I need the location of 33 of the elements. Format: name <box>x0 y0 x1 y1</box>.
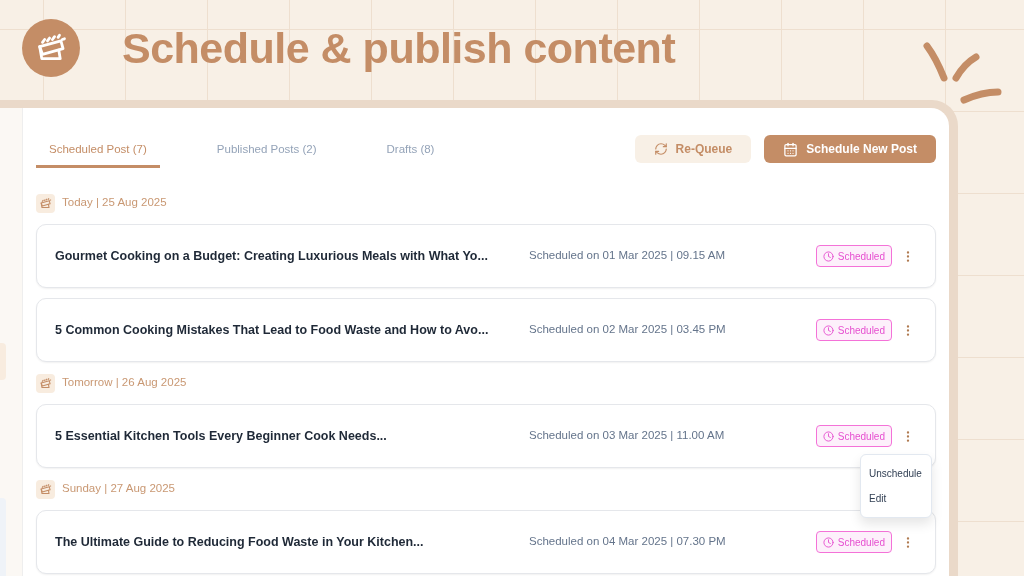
status-badge: Scheduled <box>815 531 892 553</box>
page-title: Schedule & publish content <box>122 22 676 74</box>
day-heading: Tomorrow | 26 Aug 2025 <box>62 375 187 391</box>
clapperboard-icon <box>36 193 55 213</box>
day-heading: Today | 25 Aug 2025 <box>62 195 167 211</box>
re-queue-button[interactable]: Re-Queue <box>634 135 752 163</box>
post-title: 5 Essential Kitchen Tools Every Beginner Cook Needs... <box>55 427 388 445</box>
schedule-text: Scheduled on 01 Mar 2025 | 09.15 AM <box>529 248 726 264</box>
clapperboard-icon <box>36 479 55 499</box>
calendar-icon <box>783 141 799 157</box>
logo-badge <box>22 19 80 77</box>
schedule-new-post-button[interactable]: Schedule New Post <box>764 135 936 163</box>
tab[interactable]: Drafts (8) <box>373 135 448 168</box>
status-badge: Scheduled <box>815 319 892 341</box>
tab[interactable]: Scheduled Post (7) <box>36 135 160 168</box>
clock-icon <box>822 430 834 442</box>
clock-icon <box>822 536 834 548</box>
refresh-icon <box>653 142 668 156</box>
clock-icon <box>822 324 834 336</box>
schedule-text: Scheduled on 04 Mar 2025 | 07.30 PM <box>529 534 726 550</box>
post-title: The Ultimate Guide to Reducing Food Waste in Your Kitchen... <box>55 533 425 551</box>
clapperboard-icon <box>36 373 55 393</box>
day-heading: Sunday | 27 Aug 2025 <box>62 481 175 497</box>
post-title: 5 Common Cooking Mistakes That Lead to Food Waste and How to Avo... <box>55 321 490 339</box>
post-title: Gourmet Cooking on a Budget: Creating Luxurious Meals with What Yo... <box>55 247 489 265</box>
menu-item[interactable]: Edit <box>861 486 931 511</box>
status-badge: Scheduled <box>815 425 892 447</box>
status-badge: Scheduled <box>815 245 892 267</box>
clock-icon <box>822 250 834 262</box>
schedule-text: Scheduled on 02 Mar 2025 | 03.45 PM <box>529 322 726 338</box>
tab[interactable]: Published Posts (2) <box>203 135 330 168</box>
schedule-text: Scheduled on 03 Mar 2025 | 11.00 AM <box>529 428 725 444</box>
menu-item[interactable]: Unschedule <box>861 461 931 486</box>
